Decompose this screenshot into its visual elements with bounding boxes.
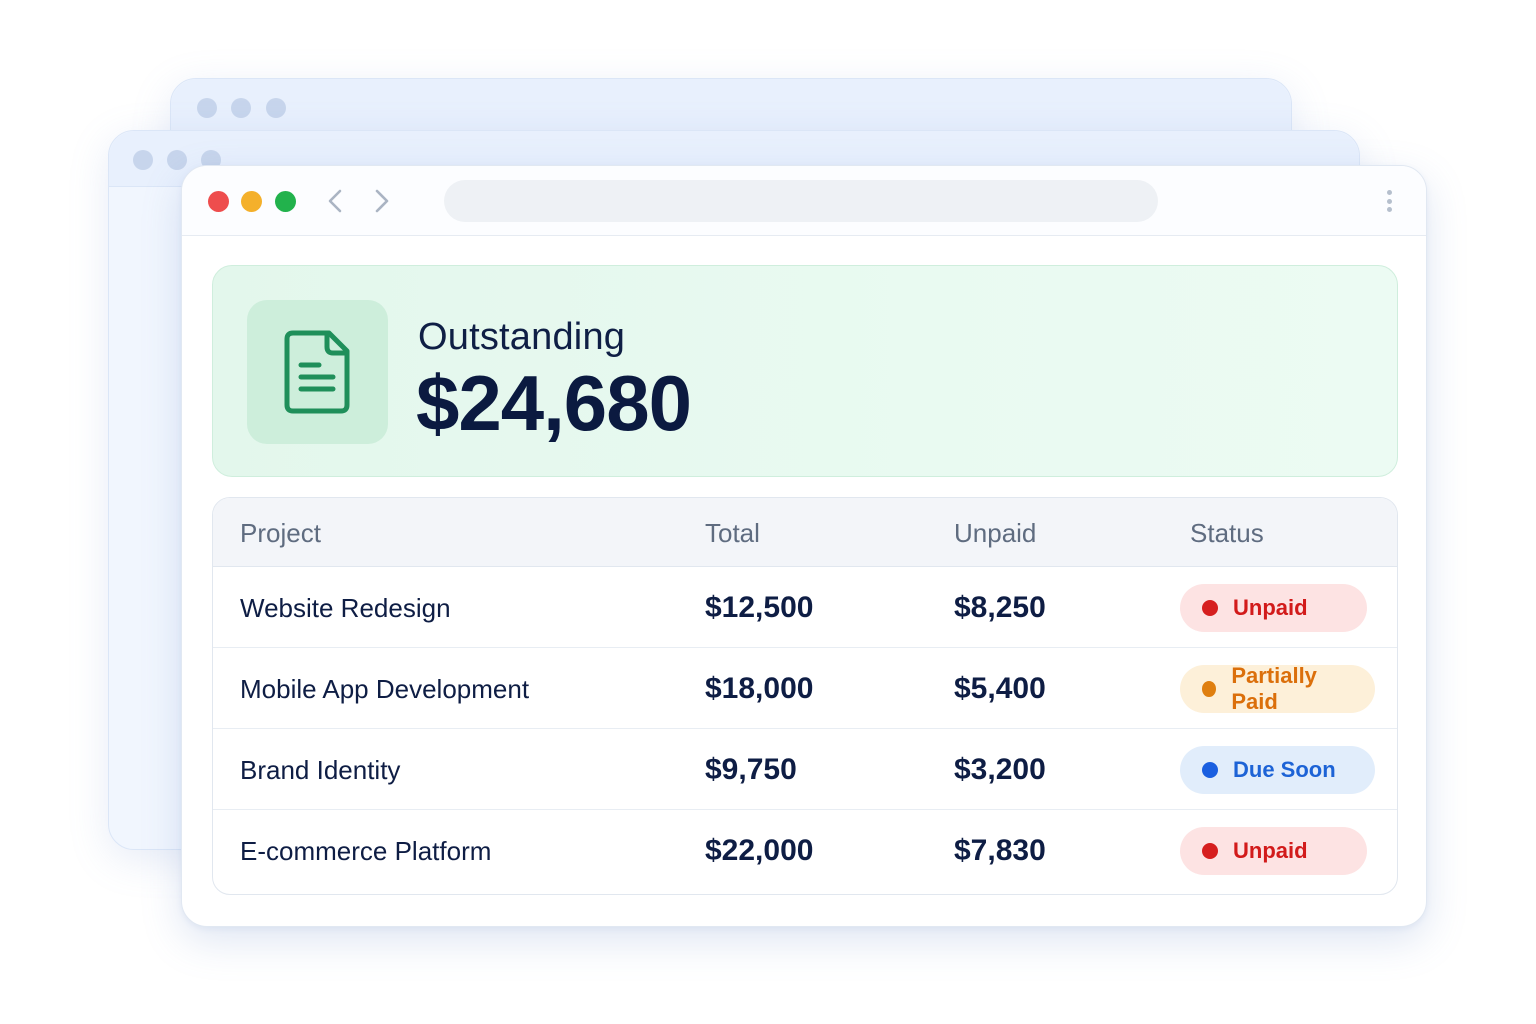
- window-dot: [133, 150, 153, 170]
- address-bar[interactable]: [444, 180, 1158, 222]
- kebab-dot: [1386, 190, 1392, 195]
- table-header: Project Total Unpaid Status: [213, 498, 1397, 567]
- browser-titlebar: [182, 166, 1426, 236]
- status-dot: [1202, 762, 1218, 778]
- unpaid-amount: $7,830: [954, 834, 1046, 867]
- document-icon-tile: [247, 300, 388, 444]
- unpaid-amount: $8,250: [954, 591, 1046, 624]
- window-dot: [231, 98, 251, 118]
- more-options-button[interactable]: [1378, 186, 1400, 216]
- column-header-total[interactable]: Total: [705, 518, 760, 549]
- project-name: E-commerce Platform: [240, 836, 492, 866]
- close-window-button[interactable]: [208, 191, 229, 212]
- table-row[interactable]: Brand Identity $9,750 $3,200 Due Soon: [213, 729, 1397, 810]
- status-badge: Unpaid: [1180, 827, 1367, 875]
- status-label: Due Soon: [1233, 757, 1336, 782]
- project-name: Brand Identity: [240, 755, 401, 785]
- background-window-titlebar: [171, 79, 1291, 135]
- total-amount: $9,750: [705, 753, 797, 786]
- forward-button[interactable]: [368, 187, 396, 215]
- minimize-window-button[interactable]: [241, 191, 262, 212]
- total-amount: $18,000: [705, 672, 814, 705]
- projects-table: Project Total Unpaid Status Website Rede…: [212, 497, 1398, 895]
- window-dot: [266, 98, 286, 118]
- browser-window: Outstanding $24,680 Project Total Unpaid…: [181, 165, 1427, 927]
- stage: Outstanding $24,680 Project Total Unpaid…: [0, 0, 1536, 1024]
- table-row[interactable]: E-commerce Platform $22,000 $7,830 Unpai…: [213, 810, 1397, 891]
- status-dot: [1202, 843, 1218, 859]
- table-row[interactable]: Mobile App Development $18,000 $5,400 Pa…: [213, 648, 1397, 729]
- status-dot: [1202, 600, 1218, 616]
- unpaid-amount: $3,200: [954, 753, 1046, 786]
- total-amount: $12,500: [705, 591, 814, 624]
- column-header-unpaid[interactable]: Unpaid: [954, 518, 1036, 549]
- document-icon: [284, 330, 349, 414]
- table-row[interactable]: Website Redesign $12,500 $8,250 Unpaid: [213, 567, 1397, 648]
- outstanding-amount: $24,680: [416, 359, 692, 447]
- column-header-status[interactable]: Status: [1190, 518, 1264, 549]
- window-dot: [197, 98, 217, 118]
- kebab-dot: [1386, 198, 1392, 204]
- status-label: Partially Paid: [1231, 663, 1317, 714]
- project-name: Website Redesign: [240, 593, 451, 623]
- kebab-dot: [1386, 207, 1392, 212]
- total-amount: $22,000: [705, 834, 814, 867]
- status-badge: Partially Paid: [1180, 663, 1375, 714]
- chevron-left-icon: [328, 189, 342, 213]
- outstanding-summary-card: Outstanding $24,680: [212, 265, 1398, 477]
- status-badge: Unpaid: [1180, 584, 1367, 632]
- chevron-right-icon: [375, 189, 389, 213]
- unpaid-amount: $5,400: [954, 672, 1046, 705]
- status-dot: [1202, 681, 1217, 697]
- status-label: Unpaid: [1233, 838, 1308, 863]
- status-label: Unpaid: [1233, 595, 1308, 620]
- status-badge: Due Soon: [1180, 746, 1375, 794]
- back-button[interactable]: [321, 187, 349, 215]
- maximize-window-button[interactable]: [275, 191, 296, 212]
- outstanding-label: Outstanding: [418, 316, 626, 358]
- project-name: Mobile App Development: [240, 674, 530, 704]
- column-header-project[interactable]: Project: [240, 518, 321, 549]
